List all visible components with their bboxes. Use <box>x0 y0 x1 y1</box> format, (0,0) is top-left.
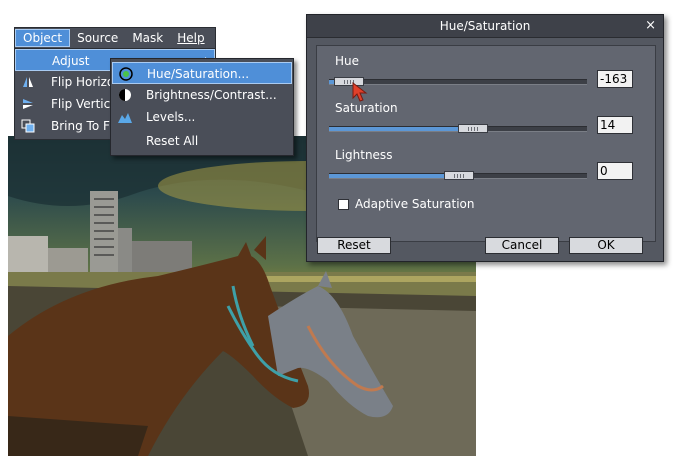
menu-item-label: Bring To Fr <box>51 119 114 133</box>
hue-saturation-icon <box>119 67 133 81</box>
saturation-label: Saturation <box>335 101 398 115</box>
menu-bar: Object Source Mask Help <box>14 27 216 49</box>
lightness-value-field[interactable]: 0 <box>597 162 633 180</box>
hue-saturation-dialog: Hue/Saturation × Hue -163 Saturation 14 … <box>306 14 664 262</box>
flip-vertical-icon <box>23 99 33 109</box>
menu-item-label: Adjust <box>52 54 90 68</box>
adaptive-saturation-label: Adaptive Saturation <box>355 197 475 211</box>
bring-to-front-icon <box>21 119 35 133</box>
lightness-label: Lightness <box>335 148 393 162</box>
saturation-value-field[interactable]: 14 <box>597 116 633 134</box>
menu-item-label: Flip Horizo <box>51 75 115 89</box>
menu-help[interactable]: Help <box>170 29 211 47</box>
saturation-slider-fill <box>329 127 471 131</box>
menu-mask[interactable]: Mask <box>125 29 170 47</box>
hue-label: Hue <box>335 54 360 68</box>
saturation-slider-thumb[interactable] <box>458 124 488 133</box>
reset-button[interactable]: Reset <box>317 237 391 254</box>
mouse-cursor-icon <box>352 82 368 102</box>
dialog-title-bar[interactable]: Hue/Saturation × <box>307 15 663 38</box>
dialog-title: Hue/Saturation <box>439 19 531 33</box>
lightness-slider-fill <box>329 174 458 178</box>
adjustment-group: Hue -163 Saturation 14 Lightness 0 Adapt… <box>316 45 656 242</box>
menu-item-label: Brightness/Contrast... <box>146 88 277 102</box>
menu-item-label: Hue/Saturation... <box>147 67 250 81</box>
menu-object[interactable]: Object <box>15 29 71 47</box>
menu-item-levels[interactable]: Levels... <box>112 106 292 128</box>
menu-item-brightness-contrast[interactable]: Brightness/Contrast... <box>112 84 292 106</box>
menu-item-hue-saturation[interactable]: Hue/Saturation... <box>112 62 292 84</box>
levels-icon <box>118 113 132 123</box>
brightness-contrast-icon <box>119 89 131 101</box>
lightness-slider-thumb[interactable] <box>444 171 474 180</box>
menu-item-label: Levels... <box>146 110 196 124</box>
ok-button[interactable]: OK <box>569 237 643 254</box>
adaptive-saturation-checkbox[interactable] <box>338 199 349 210</box>
cancel-button[interactable]: Cancel <box>485 237 559 254</box>
menu-item-label: Reset All <box>146 134 199 148</box>
hue-value-field[interactable]: -163 <box>597 70 633 88</box>
flip-horizontal-icon <box>23 77 33 87</box>
menu-item-reset-all[interactable]: Reset All <box>112 130 292 152</box>
menu-source[interactable]: Source <box>70 29 125 47</box>
close-icon[interactable]: × <box>645 15 656 37</box>
adjust-submenu: Hue/Saturation... Brightness/Contrast...… <box>110 58 294 156</box>
